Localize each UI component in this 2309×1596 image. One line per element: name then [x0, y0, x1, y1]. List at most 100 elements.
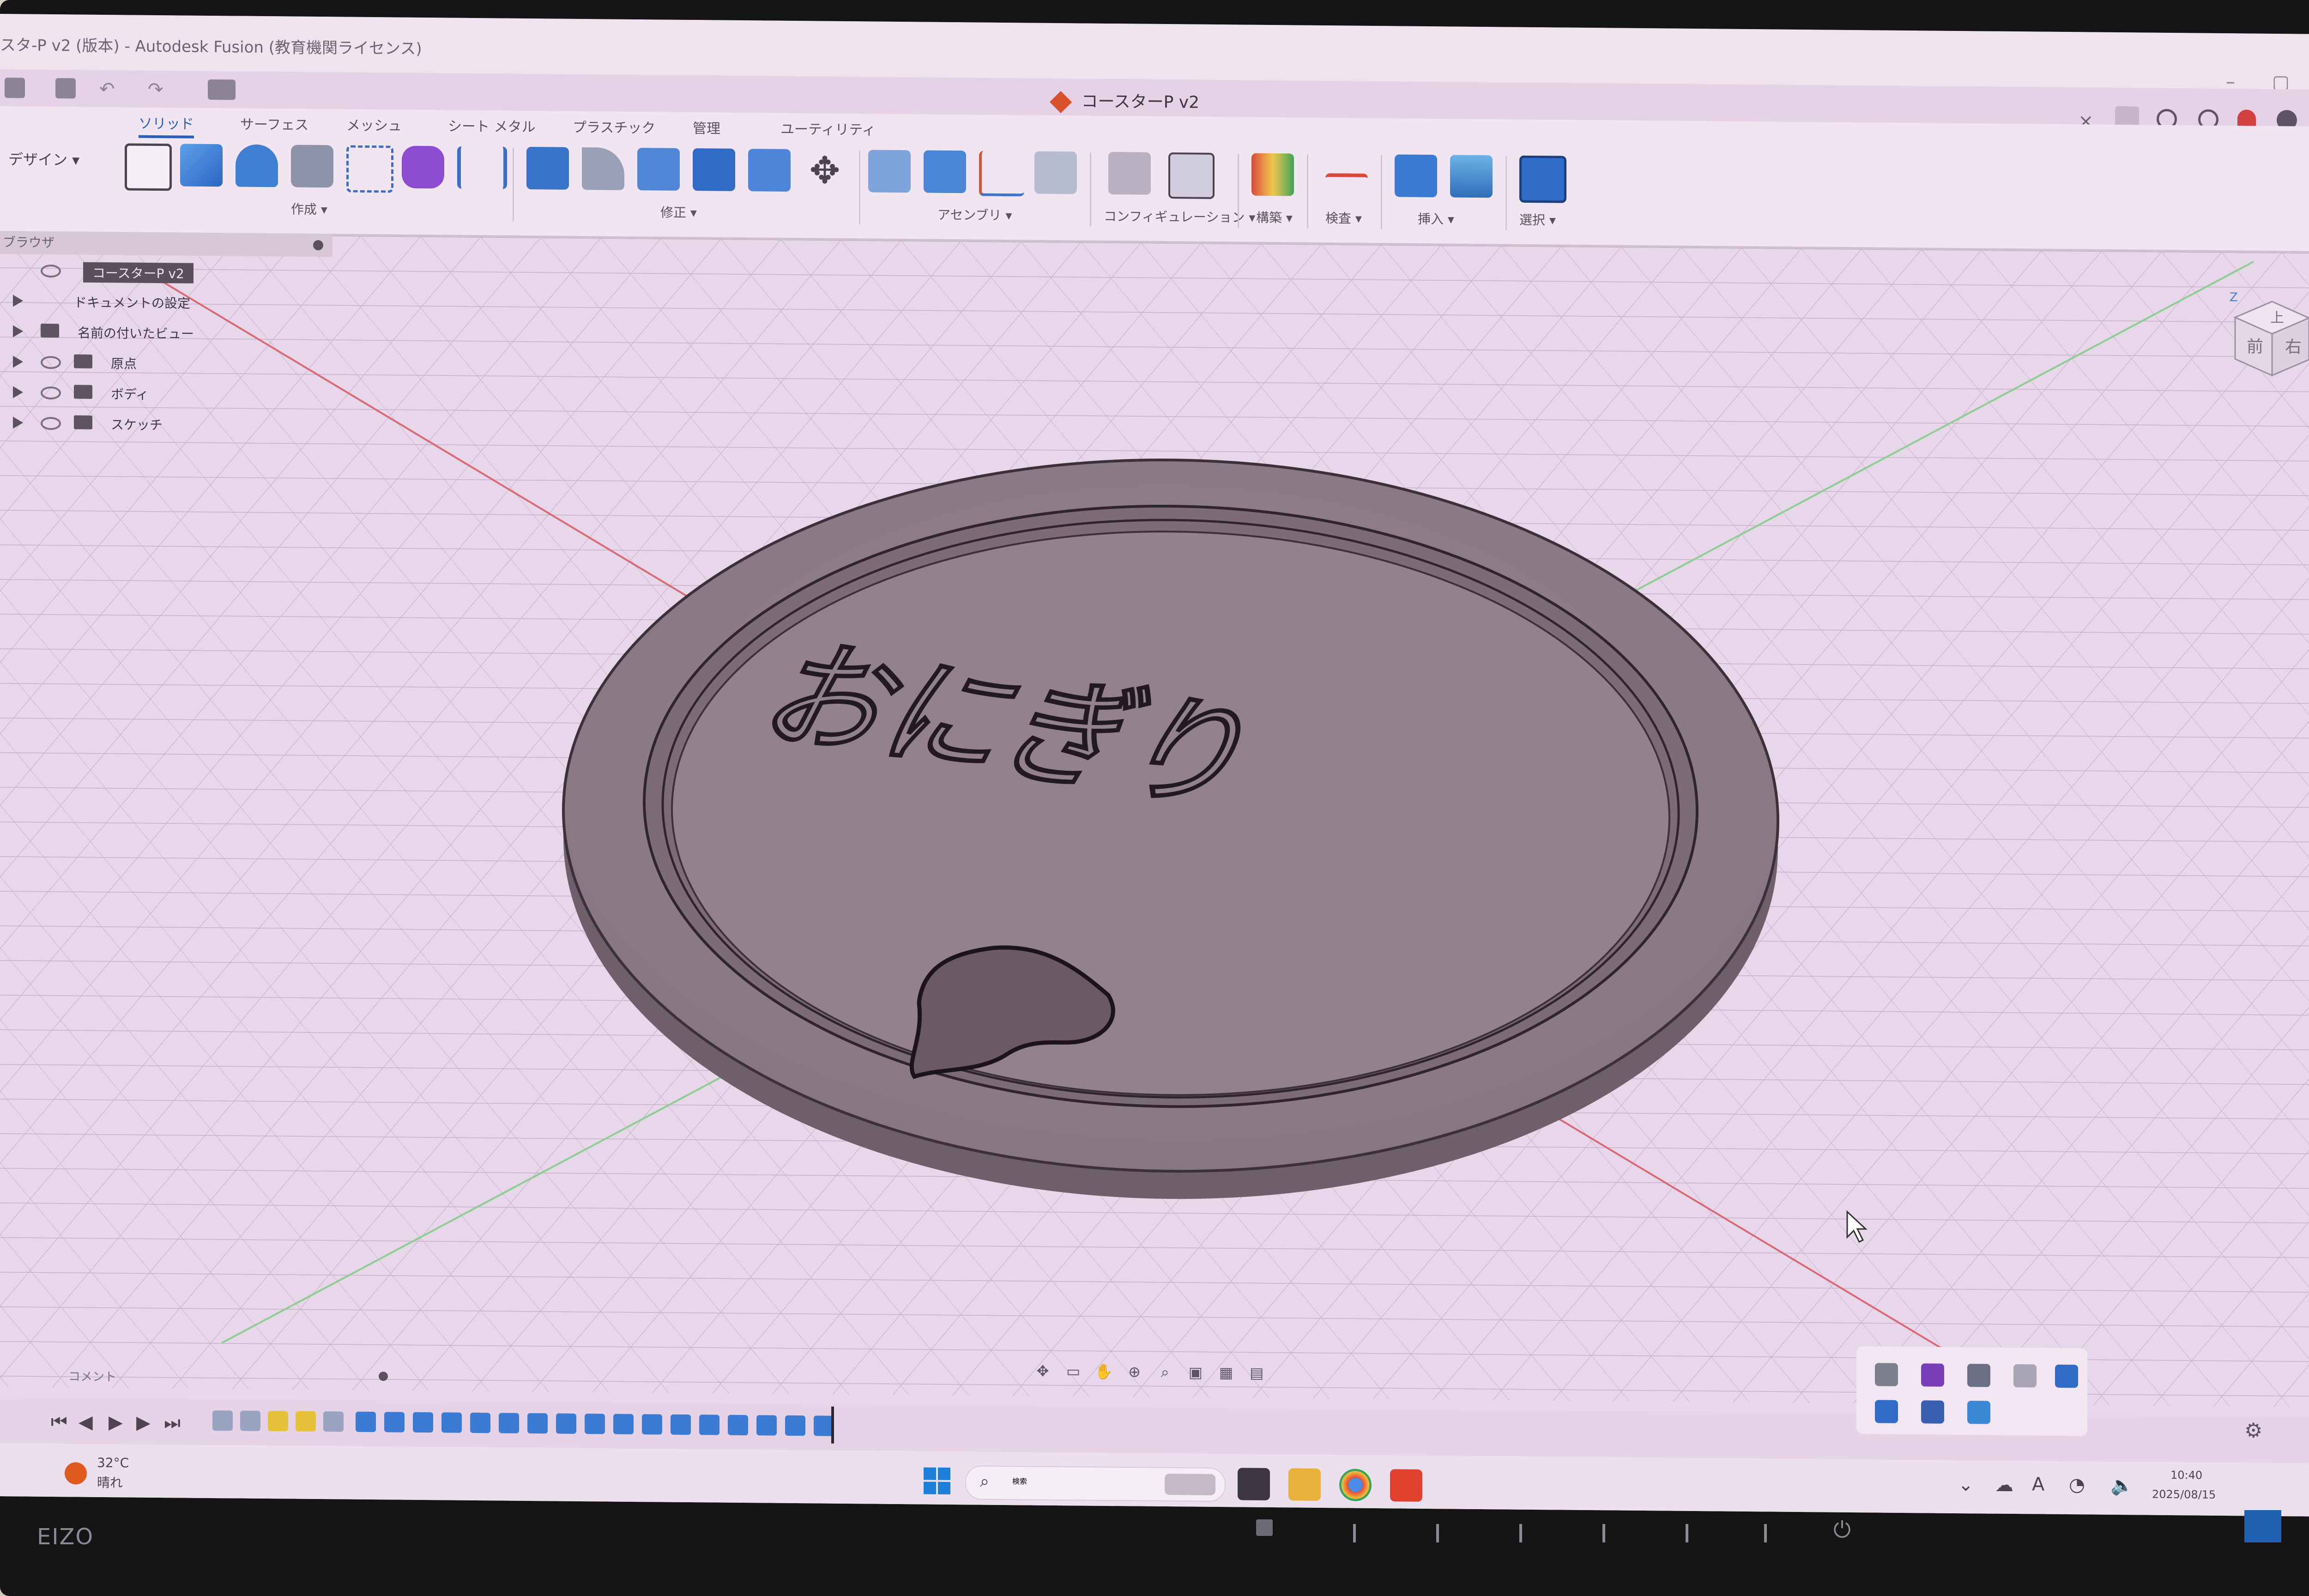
insert-canvas-icon[interactable] — [1450, 155, 1493, 198]
timeline-feature[interactable] — [384, 1412, 405, 1433]
network-volume-icon[interactable]: 🔈 — [2110, 1475, 2134, 1496]
display-settings-icon[interactable]: ▣ — [1183, 1363, 1209, 1381]
undo-icon[interactable]: ↶ — [99, 79, 120, 100]
tab-manage[interactable]: 管理 — [693, 117, 720, 138]
look-at-icon[interactable]: ▭ — [1060, 1362, 1086, 1380]
monitor-power-icon[interactable]: ⏻ — [1833, 1517, 1851, 1543]
home-icon[interactable] — [208, 79, 236, 100]
browser-item-bodies[interactable]: ボディ — [0, 376, 332, 409]
taskbar-search[interactable]: ⌕ 検索 — [965, 1465, 1226, 1502]
browser-item-document-settings[interactable]: ドキュメントの設定 — [0, 284, 332, 318]
fit-icon[interactable]: ⌕ — [1152, 1363, 1178, 1381]
configuration-group-label[interactable]: コンフィギュレーション ▾ — [1104, 206, 1255, 226]
create-sketch-icon[interactable] — [125, 143, 172, 191]
offset-plane-icon[interactable] — [1251, 153, 1294, 196]
timeline-feature[interactable] — [756, 1415, 777, 1436]
weather-temp[interactable]: 32°C — [97, 1455, 129, 1471]
monitor-button[interactable] — [1764, 1524, 1767, 1542]
play-icon[interactable]: ▶ — [109, 1412, 123, 1433]
go-to-end-icon[interactable]: ⏭ — [164, 1412, 181, 1433]
joint-icon[interactable] — [924, 150, 966, 193]
configure-icon[interactable] — [1108, 151, 1151, 195]
visibility-icon[interactable] — [41, 356, 61, 369]
workspace-switcher[interactable]: デザイン ▾ — [8, 148, 79, 169]
timeline-marker[interactable] — [831, 1406, 834, 1444]
timeline-feature[interactable] — [642, 1414, 662, 1435]
timeline-feature[interactable] — [585, 1414, 605, 1434]
browser-item-named-views[interactable]: 名前の付いたビュー — [0, 315, 332, 348]
tab-mesh[interactable]: メッシュ — [346, 114, 402, 135]
viewports-icon[interactable]: ▤ — [1244, 1364, 1269, 1382]
timeline-feature[interactable] — [268, 1411, 288, 1432]
tray-app-icon[interactable] — [1967, 1401, 1990, 1424]
expand-arrow-icon[interactable] — [13, 356, 23, 368]
chrome-icon[interactable] — [1339, 1469, 1372, 1501]
browser-item-origin[interactable]: 原点 — [0, 345, 332, 379]
tab-surface[interactable]: サーフェス — [240, 113, 308, 134]
timeline-feature[interactable] — [527, 1413, 548, 1434]
timeline-feature[interactable] — [212, 1410, 233, 1431]
form-icon[interactable] — [402, 145, 444, 189]
tray-app-icon[interactable] — [1921, 1400, 1944, 1424]
new-component-icon[interactable] — [868, 150, 911, 193]
pan-icon[interactable]: ✋ — [1091, 1363, 1117, 1380]
expand-arrow-icon[interactable] — [13, 417, 23, 429]
timeline-feature[interactable] — [556, 1413, 576, 1434]
monitor-button[interactable] — [1353, 1524, 1356, 1542]
tab-plastic[interactable]: プラスチック — [573, 116, 655, 137]
measure-icon[interactable] — [1325, 173, 1368, 187]
add-comment-icon[interactable] — [379, 1372, 388, 1381]
expand-arrow-icon[interactable] — [13, 295, 23, 307]
fusion-taskbar-icon[interactable] — [1390, 1469, 1422, 1502]
tray-app-icon[interactable] — [2055, 1364, 2078, 1388]
extrude-icon[interactable] — [180, 144, 223, 187]
file-menu-icon[interactable] — [5, 78, 25, 98]
timeline-feature[interactable] — [296, 1411, 316, 1432]
weather-sun-icon[interactable] — [65, 1462, 87, 1485]
offset-face-icon[interactable] — [748, 149, 791, 192]
modify-group-label[interactable]: 修正 ▾ — [660, 202, 697, 221]
move-icon[interactable]: ✥ — [804, 149, 846, 192]
timeline-feature[interactable] — [441, 1412, 462, 1433]
tray-app-icon[interactable] — [1875, 1363, 1898, 1386]
weather-condition[interactable]: 晴れ — [97, 1473, 123, 1491]
split-icon[interactable] — [457, 146, 507, 189]
expand-arrow-icon[interactable] — [13, 325, 23, 338]
orbit-icon[interactable]: ✥ — [1030, 1362, 1056, 1380]
collapse-browser-icon[interactable] — [313, 240, 323, 251]
expand-arrow-icon[interactable] — [13, 386, 23, 399]
joint-origin-icon[interactable] — [1034, 151, 1077, 194]
save-icon[interactable] — [55, 78, 76, 99]
monitor-button[interactable] — [1602, 1524, 1605, 1542]
onenote-icon[interactable] — [1921, 1363, 1944, 1387]
task-view-icon[interactable] — [1238, 1468, 1270, 1500]
timeline-feature[interactable] — [470, 1412, 490, 1433]
visibility-icon[interactable] — [41, 264, 61, 278]
clock-time[interactable]: 10:40 — [2170, 1469, 2202, 1482]
timeline-feature[interactable] — [356, 1411, 376, 1433]
tray-app-icon[interactable] — [1967, 1364, 1990, 1387]
visibility-icon[interactable] — [41, 386, 61, 400]
timeline-feature[interactable] — [671, 1414, 691, 1435]
create-group-label[interactable]: 作成 ▾ — [291, 199, 327, 218]
tray-app-icon[interactable] — [1875, 1400, 1898, 1423]
tab-sheet-metal[interactable]: シート メタル — [448, 115, 536, 136]
tab-utilities[interactable]: ユーティリティ — [780, 118, 876, 139]
insert-group-label[interactable]: 挿入 ▾ — [1418, 209, 1454, 228]
timeline-feature[interactable] — [613, 1414, 634, 1434]
clock-date[interactable]: 2025/08/15 — [2152, 1488, 2216, 1501]
canvas-viewport[interactable]: おにぎり — [0, 233, 2309, 1408]
timeline-feature[interactable] — [413, 1412, 433, 1433]
shell-icon[interactable] — [637, 148, 680, 191]
press-pull-icon[interactable] — [526, 146, 569, 190]
hole-icon[interactable] — [291, 145, 333, 188]
browser-header[interactable]: ブラウザ — [0, 231, 332, 257]
file-explorer-icon[interactable] — [1288, 1468, 1321, 1501]
tab-solid[interactable]: ソリッド — [139, 112, 194, 139]
browser-root[interactable]: コースターP v2 — [0, 254, 332, 287]
comments-panel[interactable]: コメント — [0, 1360, 397, 1391]
inspect-group-label[interactable]: 検査 ▾ — [1325, 208, 1362, 227]
update-icon[interactable]: ◔ — [2069, 1474, 2085, 1495]
combine-icon[interactable] — [693, 148, 735, 191]
grid-settings-icon[interactable]: ▦ — [1213, 1364, 1239, 1381]
